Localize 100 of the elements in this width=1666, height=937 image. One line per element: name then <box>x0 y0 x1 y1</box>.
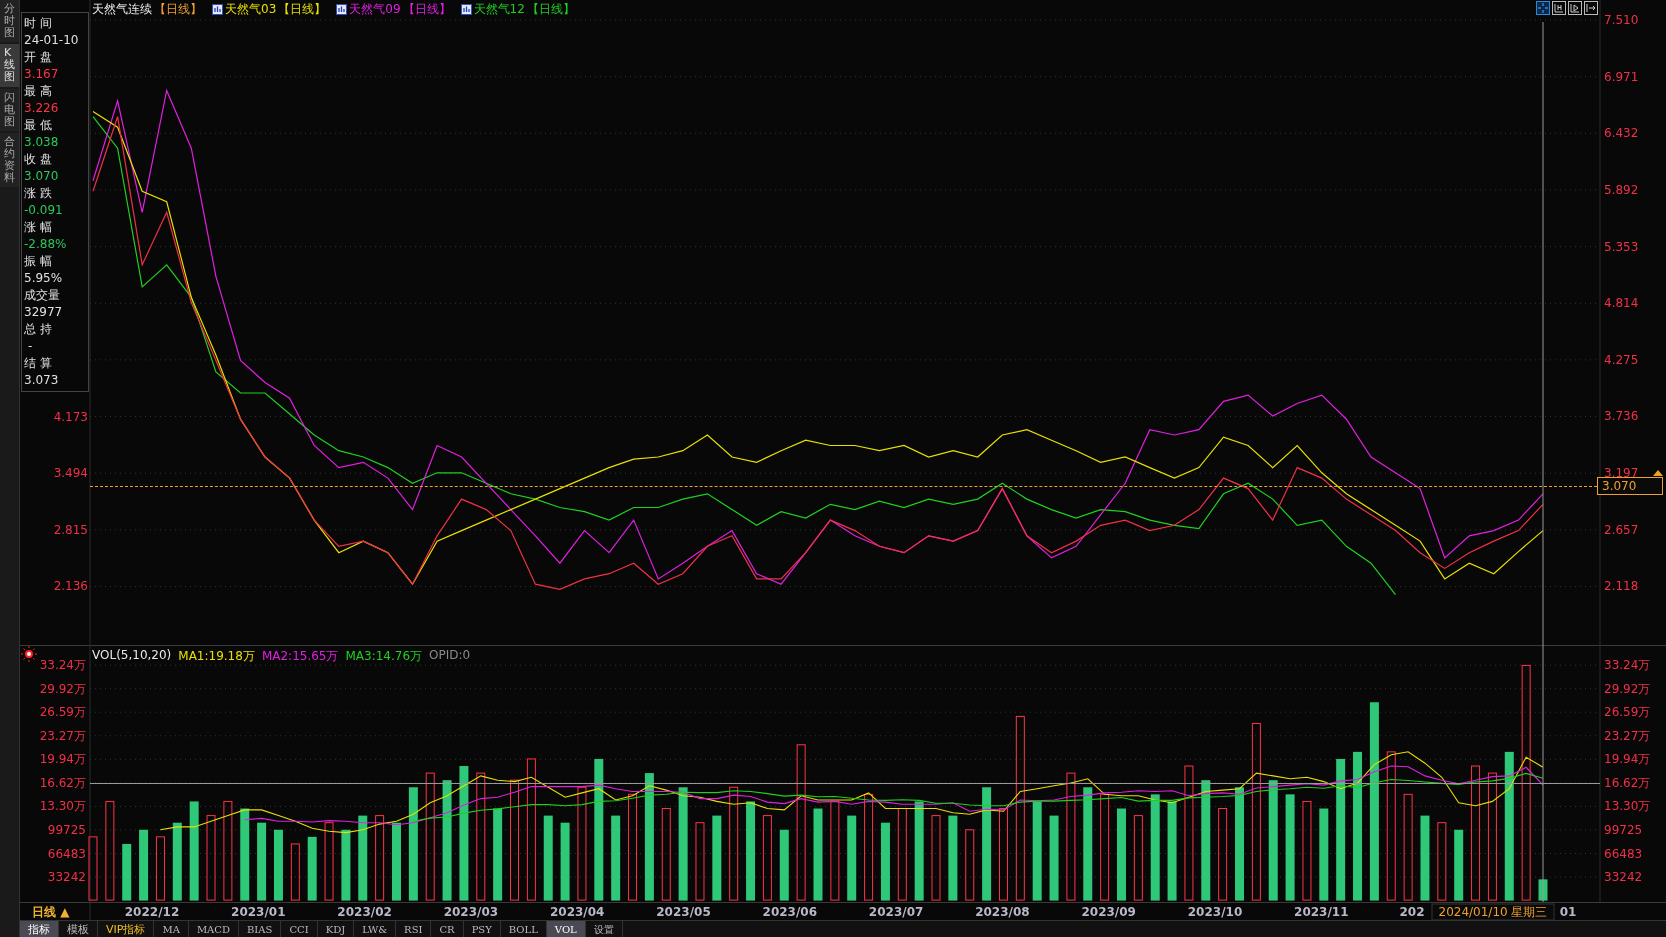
info-value: 3.073 <box>24 372 60 389</box>
axis-label: 2.815 <box>53 522 88 537</box>
axis-label: 13.30万 <box>39 799 86 814</box>
axis-label: 6.432 <box>1604 126 1639 141</box>
date-label: 2023/01 <box>231 905 286 919</box>
volume-bar <box>122 843 132 901</box>
info-value: 24-01-10 <box>24 32 80 49</box>
volume-bar <box>88 836 98 901</box>
info-label: 最 低 <box>24 117 53 134</box>
indicator-legend: MA3:14.76万 <box>345 648 423 665</box>
volume-bar <box>965 829 975 901</box>
info-value: 32977 <box>24 304 64 321</box>
volume-bar <box>1538 879 1548 901</box>
date-label: 01 <box>1559 905 1577 919</box>
indicator-legend: VOL(5,10,20) <box>92 648 172 665</box>
axis-label: 66483 <box>47 846 86 861</box>
triangle-icon <box>1653 470 1663 476</box>
axis-label: 66483 <box>1604 846 1643 861</box>
axis-label: 33242 <box>47 870 86 885</box>
price-tag: 3.070 <box>1597 477 1663 495</box>
axis-label: 23.27万 <box>1604 728 1651 743</box>
info-label: 成交量 <box>24 287 61 304</box>
axis-label: 4.275 <box>1604 352 1639 367</box>
date-label: 2023/05 <box>656 905 711 919</box>
indicator-legend: MA1:19.18万 <box>178 648 255 665</box>
crosshair-icon[interactable] <box>1536 1 1550 15</box>
volume-bar <box>779 829 789 901</box>
cursor-date: 2024/01/10 星期三 <box>1431 903 1555 920</box>
axis-label: 4.814 <box>1604 296 1639 311</box>
info-value: 3.226 <box>24 100 60 117</box>
volume-bar <box>155 836 165 901</box>
axis-label: 2.118 <box>1604 579 1639 594</box>
date-label: 2023/09 <box>1081 905 1136 919</box>
info-label: 收 盘 <box>24 151 53 168</box>
info-label: 时 间 <box>24 15 53 32</box>
chart-icon <box>212 4 223 15</box>
axis-label: 26.59万 <box>1604 705 1651 720</box>
volume-bar <box>273 829 283 901</box>
indicator-legend: OPID:0 <box>429 648 471 665</box>
axis-label: 7.510 <box>1604 13 1639 27</box>
legend-period: 【日线】 <box>154 1 202 18</box>
date-label: 2023/02 <box>337 905 392 919</box>
info-label: 开 盘 <box>24 49 53 66</box>
axis-label: 23.27万 <box>39 728 86 743</box>
legend-period: 【日线】 <box>402 1 451 18</box>
axis-label: 6.971 <box>1604 69 1639 84</box>
info-value: 5.95% <box>24 270 64 287</box>
axis-label: 13.30万 <box>1604 799 1651 814</box>
date-label: 2023/08 <box>975 905 1030 919</box>
bracket-icon[interactable] <box>1552 1 1566 15</box>
indicator-legend: MA2:15.65万 <box>261 648 339 665</box>
info-label: 最 高 <box>24 83 53 100</box>
side-tab[interactable]: K线图 <box>0 44 19 87</box>
play-icon[interactable] <box>1568 1 1582 15</box>
axis-label: 2.657 <box>1604 522 1639 537</box>
axis-label: 5.353 <box>1604 239 1639 254</box>
arrow-right-icon[interactable] <box>1584 1 1598 15</box>
side-tab[interactable]: 闪电图 <box>0 88 19 131</box>
info-value: 3.167 <box>24 66 60 83</box>
date-label: 2023/10 <box>1187 905 1243 919</box>
legend-period: 【日线】 <box>526 1 575 18</box>
info-value: 3.070 <box>24 168 60 185</box>
date-label: 2023/07 <box>868 905 924 919</box>
side-tab[interactable]: 分时图 <box>0 0 19 43</box>
axis-label: 26.59万 <box>39 705 86 720</box>
legend-name: 天然气09 <box>349 1 401 18</box>
panel-tab[interactable]: 指标 <box>20 921 59 937</box>
axis-label: 2.136 <box>53 579 88 594</box>
date-label: 2023/06 <box>762 905 818 919</box>
axis-label: 3.494 <box>53 466 88 481</box>
axis-label: 99725 <box>47 822 86 837</box>
axis-label: 19.94万 <box>39 752 86 767</box>
chart-icon <box>460 4 472 15</box>
info-value: 3.038 <box>24 134 60 151</box>
period-selector[interactable]: 日线 ▲ <box>26 903 76 922</box>
axis-label: 16.62万 <box>39 775 86 790</box>
side-tab[interactable]: 合约资料 <box>0 132 19 188</box>
volume-bar <box>1454 829 1464 901</box>
chart-icon <box>336 4 348 15</box>
volume-bar <box>307 836 317 901</box>
axis-label: 33242 <box>1604 870 1643 885</box>
indicator-tab[interactable]: VOL <box>546 921 586 937</box>
axis-label: 5.892 <box>1604 183 1639 197</box>
axis-label: 4.173 <box>53 410 88 424</box>
axis-label: 3.736 <box>1604 409 1639 424</box>
axis-label: 99725 <box>1604 822 1643 837</box>
info-label: 振 幅 <box>24 253 53 270</box>
info-label: 总 持 <box>24 321 53 338</box>
volume-bar <box>341 829 351 901</box>
axis-label: 29.92万 <box>39 681 86 696</box>
legend-name: 天然气03 <box>225 1 277 18</box>
volume-bar <box>139 829 149 901</box>
info-value: - <box>27 338 34 355</box>
info-value: -2.88% <box>24 236 68 253</box>
legend-name: 天然气连续 <box>92 1 152 18</box>
info-label: 涨 跌 <box>24 185 53 202</box>
axis-label: 16.62万 <box>1604 775 1651 790</box>
info-label: 涨 幅 <box>24 219 53 236</box>
legend-name: 天然气12 <box>473 1 525 18</box>
info-value: -0.091 <box>24 202 64 219</box>
